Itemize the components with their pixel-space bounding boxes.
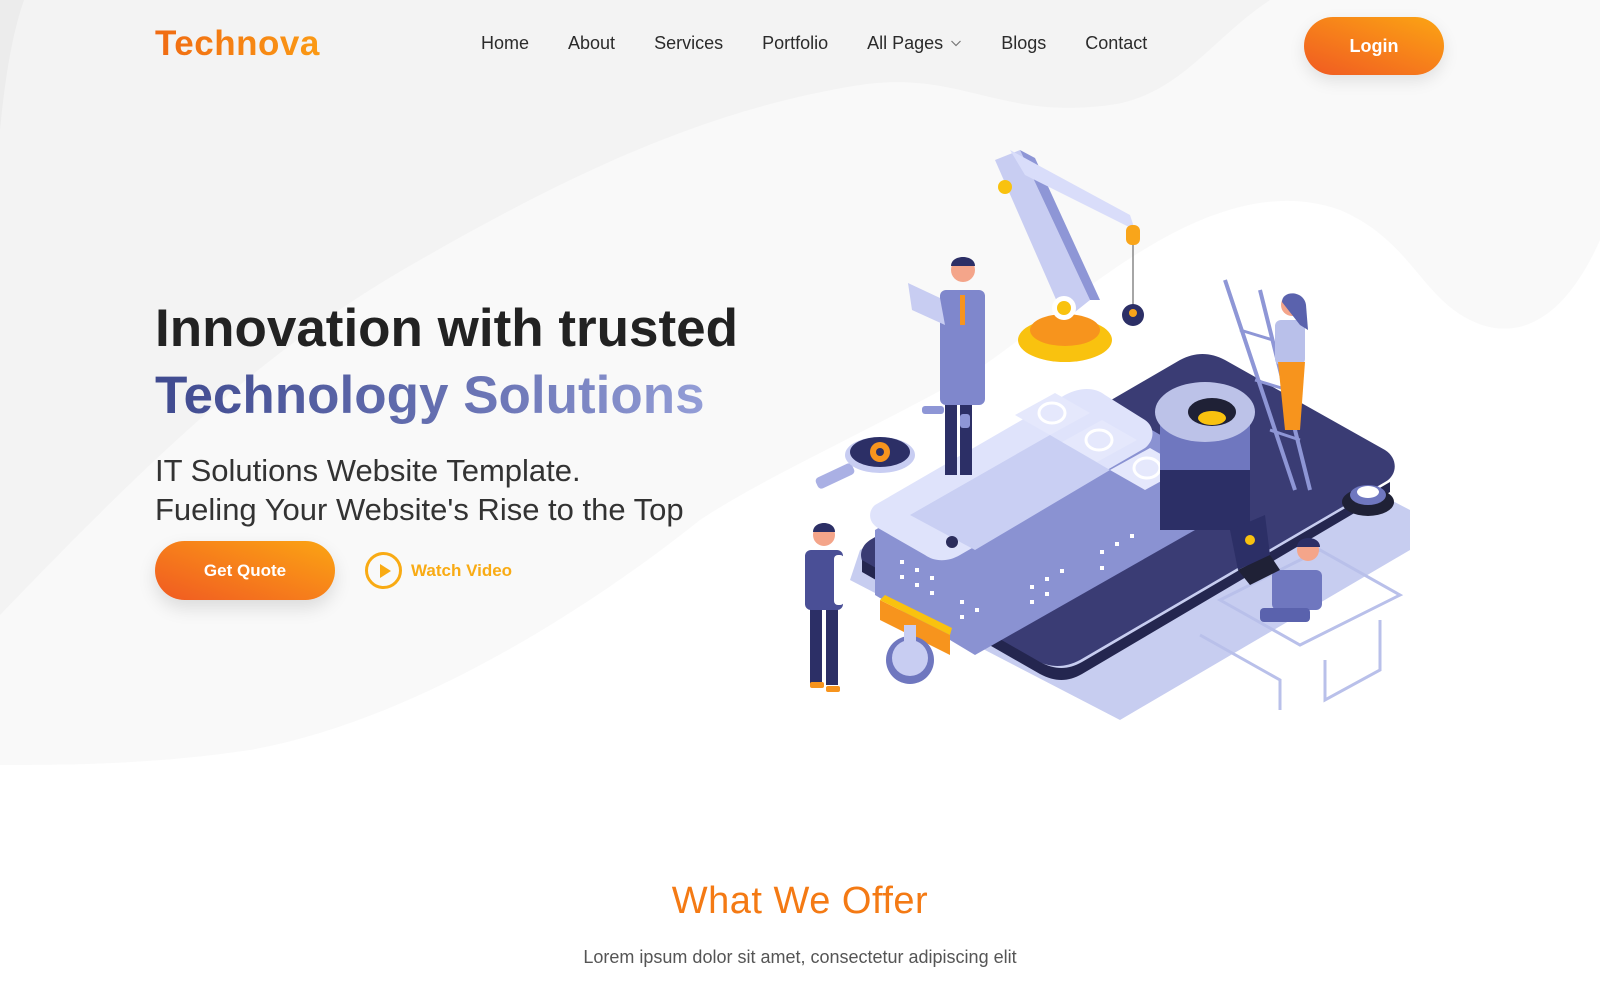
- hero-section: Innovation with trusted Technology Solut…: [155, 295, 738, 529]
- nav-home[interactable]: Home: [481, 33, 529, 54]
- home-button-top: [1357, 486, 1379, 498]
- site-header: Technova Home About Services Portfolio A…: [0, 0, 1600, 92]
- nav-portfolio[interactable]: Portfolio: [762, 33, 828, 54]
- robot-arm: [995, 150, 1144, 362]
- hero-subtitle-line1: IT Solutions Website Template.: [155, 453, 581, 488]
- nav-about[interactable]: About: [568, 33, 615, 54]
- nav-services[interactable]: Services: [654, 33, 723, 54]
- watch-video-label: Watch Video: [411, 560, 513, 580]
- hero-title-line2: Technology Solutions: [155, 362, 738, 429]
- chevron-down-icon: [951, 40, 962, 46]
- person-tablet: [908, 257, 985, 475]
- page: Technova Home About Services Portfolio A…: [0, 0, 1600, 1000]
- city-dot: [946, 536, 958, 548]
- gear-tower: [1155, 382, 1255, 530]
- nav-contact[interactable]: Contact: [1085, 33, 1147, 54]
- hero-title: Innovation with trusted Technology Solut…: [155, 295, 738, 429]
- hero-subtitle: IT Solutions Website Template. Fueling Y…: [155, 451, 738, 529]
- hero-illustration: [805, 150, 1410, 720]
- play-icon[interactable]: [365, 552, 402, 589]
- hero-title-line1: Innovation with trusted: [155, 299, 738, 358]
- nav-all-pages[interactable]: All Pages: [867, 33, 962, 54]
- offer-description: Lorem ipsum dolor sit amet, consectetur …: [583, 947, 1017, 967]
- login-button[interactable]: Login: [1304, 17, 1444, 75]
- watch-video-link[interactable]: Watch Video: [365, 552, 512, 589]
- nav-blogs[interactable]: Blogs: [1001, 33, 1046, 54]
- get-quote-button[interactable]: Get Quote: [155, 541, 335, 600]
- main-nav: Home About Services Portfolio All Pages …: [481, 33, 1147, 54]
- hero-cta-row: Get Quote Watch Video: [155, 541, 512, 600]
- magnifier: [815, 437, 915, 489]
- person-standing: [805, 523, 844, 692]
- hero-subtitle-line2: Fueling Your Website's Rise to the Top: [155, 492, 684, 527]
- nav-all-pages-label: All Pages: [867, 33, 944, 53]
- offer-heading: What We Offer: [671, 880, 929, 922]
- brand-logo[interactable]: Technova: [155, 24, 320, 64]
- offer-section: What We Offer Lorem ipsum dolor sit amet…: [0, 880, 1600, 968]
